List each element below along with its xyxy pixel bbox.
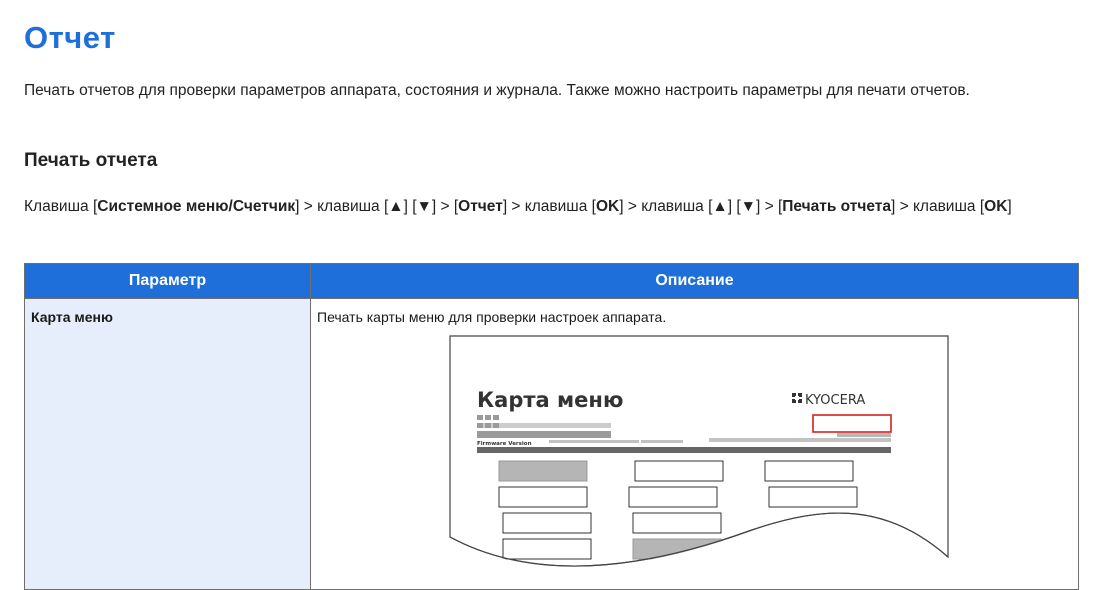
table-row: Карта меню Печать карты меню для проверк… bbox=[24, 298, 1079, 590]
key-path-key: Отчет bbox=[458, 198, 503, 215]
intro-text: Печать отчетов для проверки параметров а… bbox=[24, 82, 970, 99]
gradient-bar bbox=[477, 447, 891, 453]
key-path-text: ] > клавиша [ bbox=[502, 198, 596, 215]
key-path-key: Системное меню/Счетчик bbox=[97, 198, 296, 215]
key-path-text: Клавиша [ bbox=[24, 198, 98, 215]
param-cell: Карта меню bbox=[24, 298, 311, 590]
key-path-key: Печать отчета bbox=[782, 198, 891, 215]
table-header-row: Параметр Описание bbox=[24, 263, 1079, 299]
key-path-text: ] > клавиша [▲] [▼] > [ bbox=[619, 198, 783, 215]
key-path: Клавиша [Системное меню/Счетчик] > клави… bbox=[24, 196, 1086, 217]
description-cell: Печать карты меню для проверки настроек … bbox=[310, 298, 1079, 590]
logo-text: KYOCERA bbox=[805, 393, 865, 408]
menu-map-illustration: Карта меню KYOCERA Firmware Version bbox=[449, 335, 949, 581]
firmware-version-label: Firmware Version bbox=[477, 441, 532, 447]
section-title: Печать отчета bbox=[24, 150, 158, 171]
description-text: Печать карты меню для проверки настроек … bbox=[317, 309, 667, 325]
key-path-text: ] > клавиша [ bbox=[890, 198, 985, 215]
header-description: Описание bbox=[310, 263, 1079, 299]
param-name: Карта меню bbox=[31, 309, 113, 325]
key-path-text: ] > клавиша [▲] [▼] > [ bbox=[295, 198, 459, 215]
page-title: Отчет bbox=[24, 20, 116, 55]
illustration-title: Карта меню bbox=[477, 388, 623, 412]
key-path-key: OK bbox=[984, 198, 1008, 215]
parameters-table: Параметр Описание Карта меню Печать карт… bbox=[24, 263, 1079, 590]
key-path-text: ] bbox=[1007, 198, 1012, 215]
key-path-key: OK bbox=[595, 198, 620, 215]
header-parameter: Параметр bbox=[24, 263, 311, 299]
